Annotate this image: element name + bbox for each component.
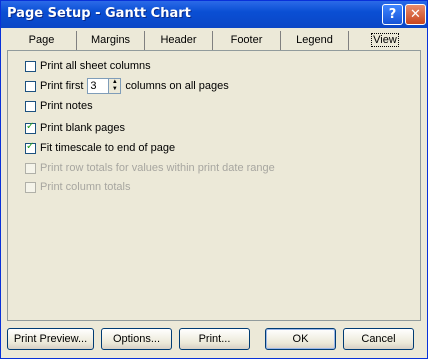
print-first-checkbox[interactable] <box>25 80 36 92</box>
tab-footer[interactable]: Footer <box>213 31 281 50</box>
print-all-sheet-columns-label: Print all sheet columns <box>40 60 151 72</box>
print-button[interactable]: Print... <box>179 328 250 350</box>
print-blank-pages-option[interactable]: Print blank pages <box>25 121 125 135</box>
window-title: Page Setup - Gantt Chart <box>7 6 191 21</box>
spinner-buttons: ▲ ▼ <box>109 78 122 94</box>
tab-margins[interactable]: Margins <box>77 31 145 50</box>
print-column-totals-checkbox <box>25 181 36 193</box>
print-first-columns-option[interactable]: Print first 3 ▲ ▼ columns on all pages <box>25 78 229 94</box>
help-button[interactable]: ? <box>382 4 403 25</box>
print-column-totals-option: Print column totals <box>25 180 130 194</box>
columns-count-input[interactable]: 3 <box>87 78 110 94</box>
print-blank-pages-checkbox[interactable] <box>25 121 36 134</box>
print-column-totals-label: Print column totals <box>40 181 131 193</box>
title-bar[interactable]: Page Setup - Gantt Chart ? ✕ <box>1 1 427 28</box>
print-notes-checkbox[interactable] <box>25 100 36 112</box>
print-preview-button[interactable]: Print Preview... <box>7 328 94 350</box>
options-button[interactable]: Options... <box>101 328 172 350</box>
print-notes-label: Print notes <box>40 100 93 112</box>
spinner-up-icon[interactable]: ▲ <box>109 79 120 86</box>
tab-header[interactable]: Header <box>145 31 213 50</box>
fit-timescale-label: Fit timescale to end of page <box>40 142 176 154</box>
print-row-totals-option: Print row totals for values within print… <box>25 161 275 175</box>
close-button[interactable]: ✕ <box>405 4 426 25</box>
columns-count-spinner[interactable]: 3 ▲ ▼ <box>87 78 122 94</box>
print-notes-option[interactable]: Print notes <box>25 99 93 113</box>
view-tab-panel: Print all sheet columns Print first 3 ▲ … <box>7 50 421 321</box>
print-row-totals-label: Print row totals for values within print… <box>40 162 275 174</box>
tab-strip: Page Margins Header Footer Legend View <box>7 31 421 50</box>
ok-button[interactable]: OK <box>265 328 336 350</box>
print-first-label: Print first <box>40 80 84 92</box>
tab-legend[interactable]: Legend <box>281 31 349 50</box>
spinner-down-icon[interactable]: ▼ <box>109 86 120 93</box>
cancel-button[interactable]: Cancel <box>343 328 414 350</box>
print-row-totals-checkbox <box>25 162 36 174</box>
help-icon: ? <box>388 7 397 22</box>
tab-view[interactable]: View <box>349 31 421 50</box>
page-setup-dialog: Page Setup - Gantt Chart ? ✕ Page Margin… <box>0 0 428 359</box>
tab-page[interactable]: Page <box>7 31 77 50</box>
close-icon: ✕ <box>410 7 421 22</box>
columns-on-all-pages-label: columns on all pages <box>125 80 229 92</box>
fit-timescale-checkbox[interactable] <box>25 141 36 154</box>
fit-timescale-option[interactable]: Fit timescale to end of page <box>25 141 175 155</box>
print-blank-pages-label: Print blank pages <box>40 122 125 134</box>
print-all-sheet-columns-checkbox[interactable] <box>25 60 36 72</box>
print-all-sheet-columns-option[interactable]: Print all sheet columns <box>25 59 151 73</box>
